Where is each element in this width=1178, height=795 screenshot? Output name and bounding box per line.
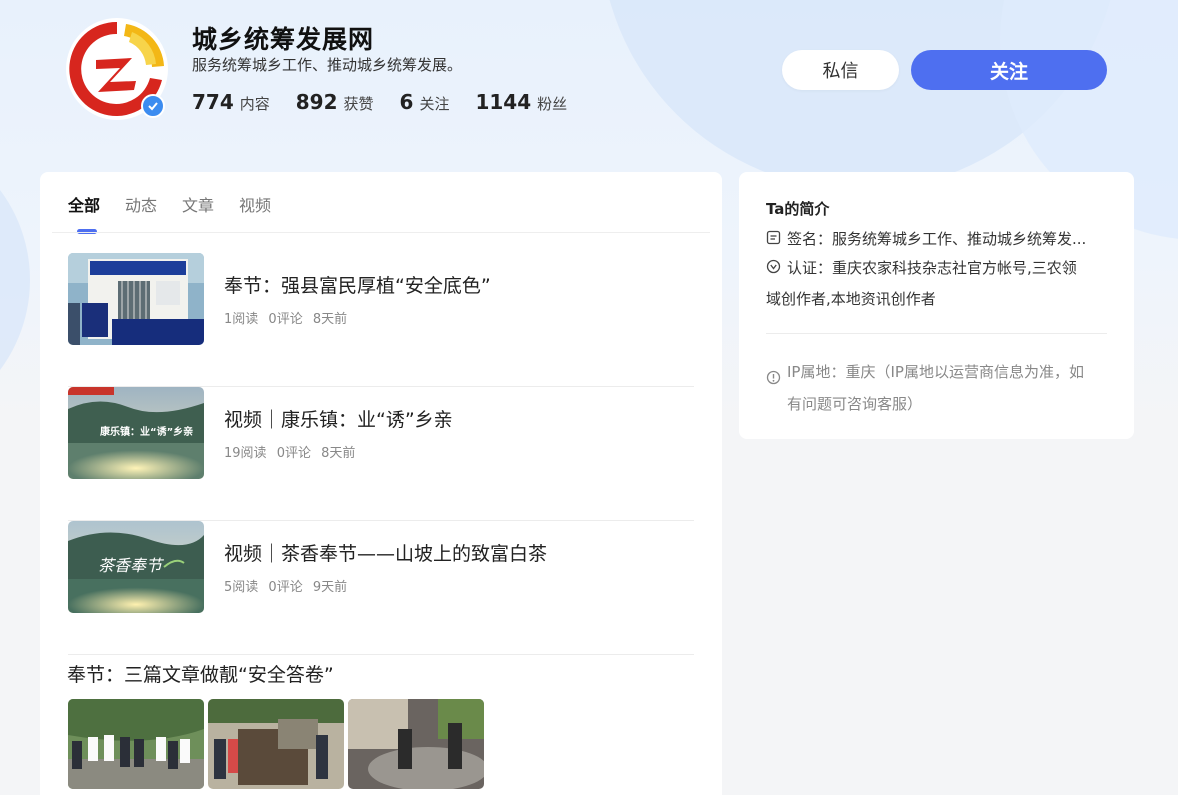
thumbnail-caption: 茶香奉节 bbox=[98, 556, 165, 575]
intro-signature: 签名：服务统筹城乡工作、推动城乡统筹发... bbox=[766, 223, 1086, 256]
stat-fans[interactable]: 1144 粉丝 bbox=[475, 90, 567, 114]
stat-likes: 892 获赞 bbox=[296, 90, 374, 114]
stat-value: 6 bbox=[399, 90, 414, 114]
feed-tabs: 全部 动态 文章 视频 bbox=[68, 192, 296, 234]
feed-item[interactable]: 奉节：强县富民厚植“安全底色” 1阅读 0评论 8天前 bbox=[68, 253, 694, 387]
follow-button[interactable]: 关注 bbox=[911, 50, 1107, 90]
feed-thumbnail[interactable] bbox=[68, 253, 204, 345]
publish-time: 8天前 bbox=[321, 446, 356, 461]
feed-thumbnail[interactable]: 茶香奉节 bbox=[68, 521, 204, 613]
feed-title[interactable]: 奉节：强县富民厚植“安全底色” bbox=[224, 271, 491, 298]
feed-meta: 1阅读 0评论 8天前 bbox=[224, 308, 353, 327]
certification-text: 认证：重庆农家科技杂志社官方帐号,三农领 bbox=[787, 259, 1077, 277]
signature-text: 签名：服务统筹城乡工作、推动城乡统筹发... bbox=[787, 230, 1087, 248]
stat-label: 粉丝 bbox=[537, 95, 568, 113]
stat-following[interactable]: 6 关注 bbox=[400, 90, 450, 114]
decor-circle bbox=[0, 130, 30, 420]
feed-thumbnail[interactable]: 康乐镇：业“诱”乡亲 bbox=[68, 387, 204, 479]
feed-meta: 19阅读 0评论 8天前 bbox=[224, 442, 361, 461]
ip-line: IP属地：重庆（IP属地以运营商信息为准，如 bbox=[787, 363, 1084, 381]
article-photo[interactable] bbox=[348, 699, 484, 789]
certification-icon bbox=[766, 253, 781, 285]
document-icon bbox=[766, 224, 781, 256]
comment-count: 0评论 bbox=[276, 446, 311, 461]
intro-divider bbox=[766, 333, 1107, 334]
info-icon bbox=[766, 364, 781, 396]
stat-content[interactable]: 774 内容 bbox=[192, 90, 270, 114]
read-count: 5阅读 bbox=[224, 580, 259, 595]
article-title[interactable]: 奉节：三篇文章做靓“安全答卷” bbox=[67, 660, 334, 687]
tab-updates[interactable]: 动态 bbox=[125, 192, 157, 226]
article-photo[interactable] bbox=[68, 699, 204, 789]
publish-time: 8天前 bbox=[312, 312, 348, 327]
verified-badge-icon bbox=[141, 94, 165, 118]
content-feed-card: 全部 动态 文章 视频 奉节：强县富民厚植“安全底色” 1阅读 0评论 8天前 … bbox=[40, 172, 722, 795]
article-photos bbox=[68, 699, 488, 789]
comment-count: 0评论 bbox=[268, 580, 303, 595]
comment-count: 0评论 bbox=[268, 312, 303, 327]
tab-all[interactable]: 全部 bbox=[68, 192, 100, 234]
profile-description: 服务统筹城乡工作、推动城乡统筹发展。 bbox=[192, 56, 463, 74]
stat-value: 1144 bbox=[475, 90, 532, 114]
ip-line: 有问题可咨询客服） bbox=[787, 395, 923, 413]
stat-label: 关注 bbox=[419, 95, 450, 113]
article-photo[interactable] bbox=[208, 699, 344, 789]
tab-articles[interactable]: 文章 bbox=[182, 192, 214, 226]
stat-label: 获赞 bbox=[343, 95, 374, 113]
tab-divider bbox=[52, 232, 710, 233]
intro-card: Ta的简介 签名：服务统筹城乡工作、推动城乡统筹发... 认证：重庆农家科技杂志… bbox=[739, 172, 1134, 439]
stat-label: 内容 bbox=[239, 95, 270, 113]
tab-videos[interactable]: 视频 bbox=[239, 192, 271, 226]
stat-value: 774 bbox=[192, 90, 234, 114]
feed-title[interactable]: 视频｜康乐镇：业“诱”乡亲 bbox=[224, 405, 453, 432]
profile-name: 城乡统筹发展网 bbox=[192, 25, 375, 54]
feed-meta: 5阅读 0评论 9天前 bbox=[224, 576, 353, 595]
read-count: 19阅读 bbox=[224, 446, 267, 461]
stat-value: 892 bbox=[295, 90, 338, 114]
intro-certification-cont: 域创作者,本地资讯创作者 bbox=[766, 290, 936, 308]
publish-time: 9天前 bbox=[312, 580, 348, 595]
ip-text: IP属地：重庆（IP属地以运营商信息为准，如 有问题可咨询客服） bbox=[787, 356, 1117, 420]
message-button[interactable]: 私信 bbox=[782, 50, 899, 90]
profile-header: 城乡统筹发展网 服务统筹城乡工作、推动城乡统筹发展。 774 内容 892 获赞… bbox=[0, 0, 1178, 150]
feed-title[interactable]: 视频｜茶香奉节——山坡上的致富白茶 bbox=[224, 539, 547, 566]
intro-certification: 认证：重庆农家科技杂志社官方帐号,三农领 bbox=[766, 252, 1077, 285]
thumbnail-caption: 康乐镇：业“诱”乡亲 bbox=[100, 425, 193, 438]
intro-title: Ta的简介 bbox=[766, 200, 830, 218]
profile-stats: 774 内容 892 获赞 6 关注 1144 粉丝 bbox=[192, 90, 593, 114]
feed-item[interactable]: 康乐镇：业“诱”乡亲 视频｜康乐镇：业“诱”乡亲 19阅读 0评论 8天前 bbox=[68, 387, 694, 521]
read-count: 1阅读 bbox=[224, 312, 259, 327]
feed-item[interactable]: 茶香奉节 视频｜茶香奉节——山坡上的致富白茶 5阅读 0评论 9天前 bbox=[68, 521, 694, 655]
